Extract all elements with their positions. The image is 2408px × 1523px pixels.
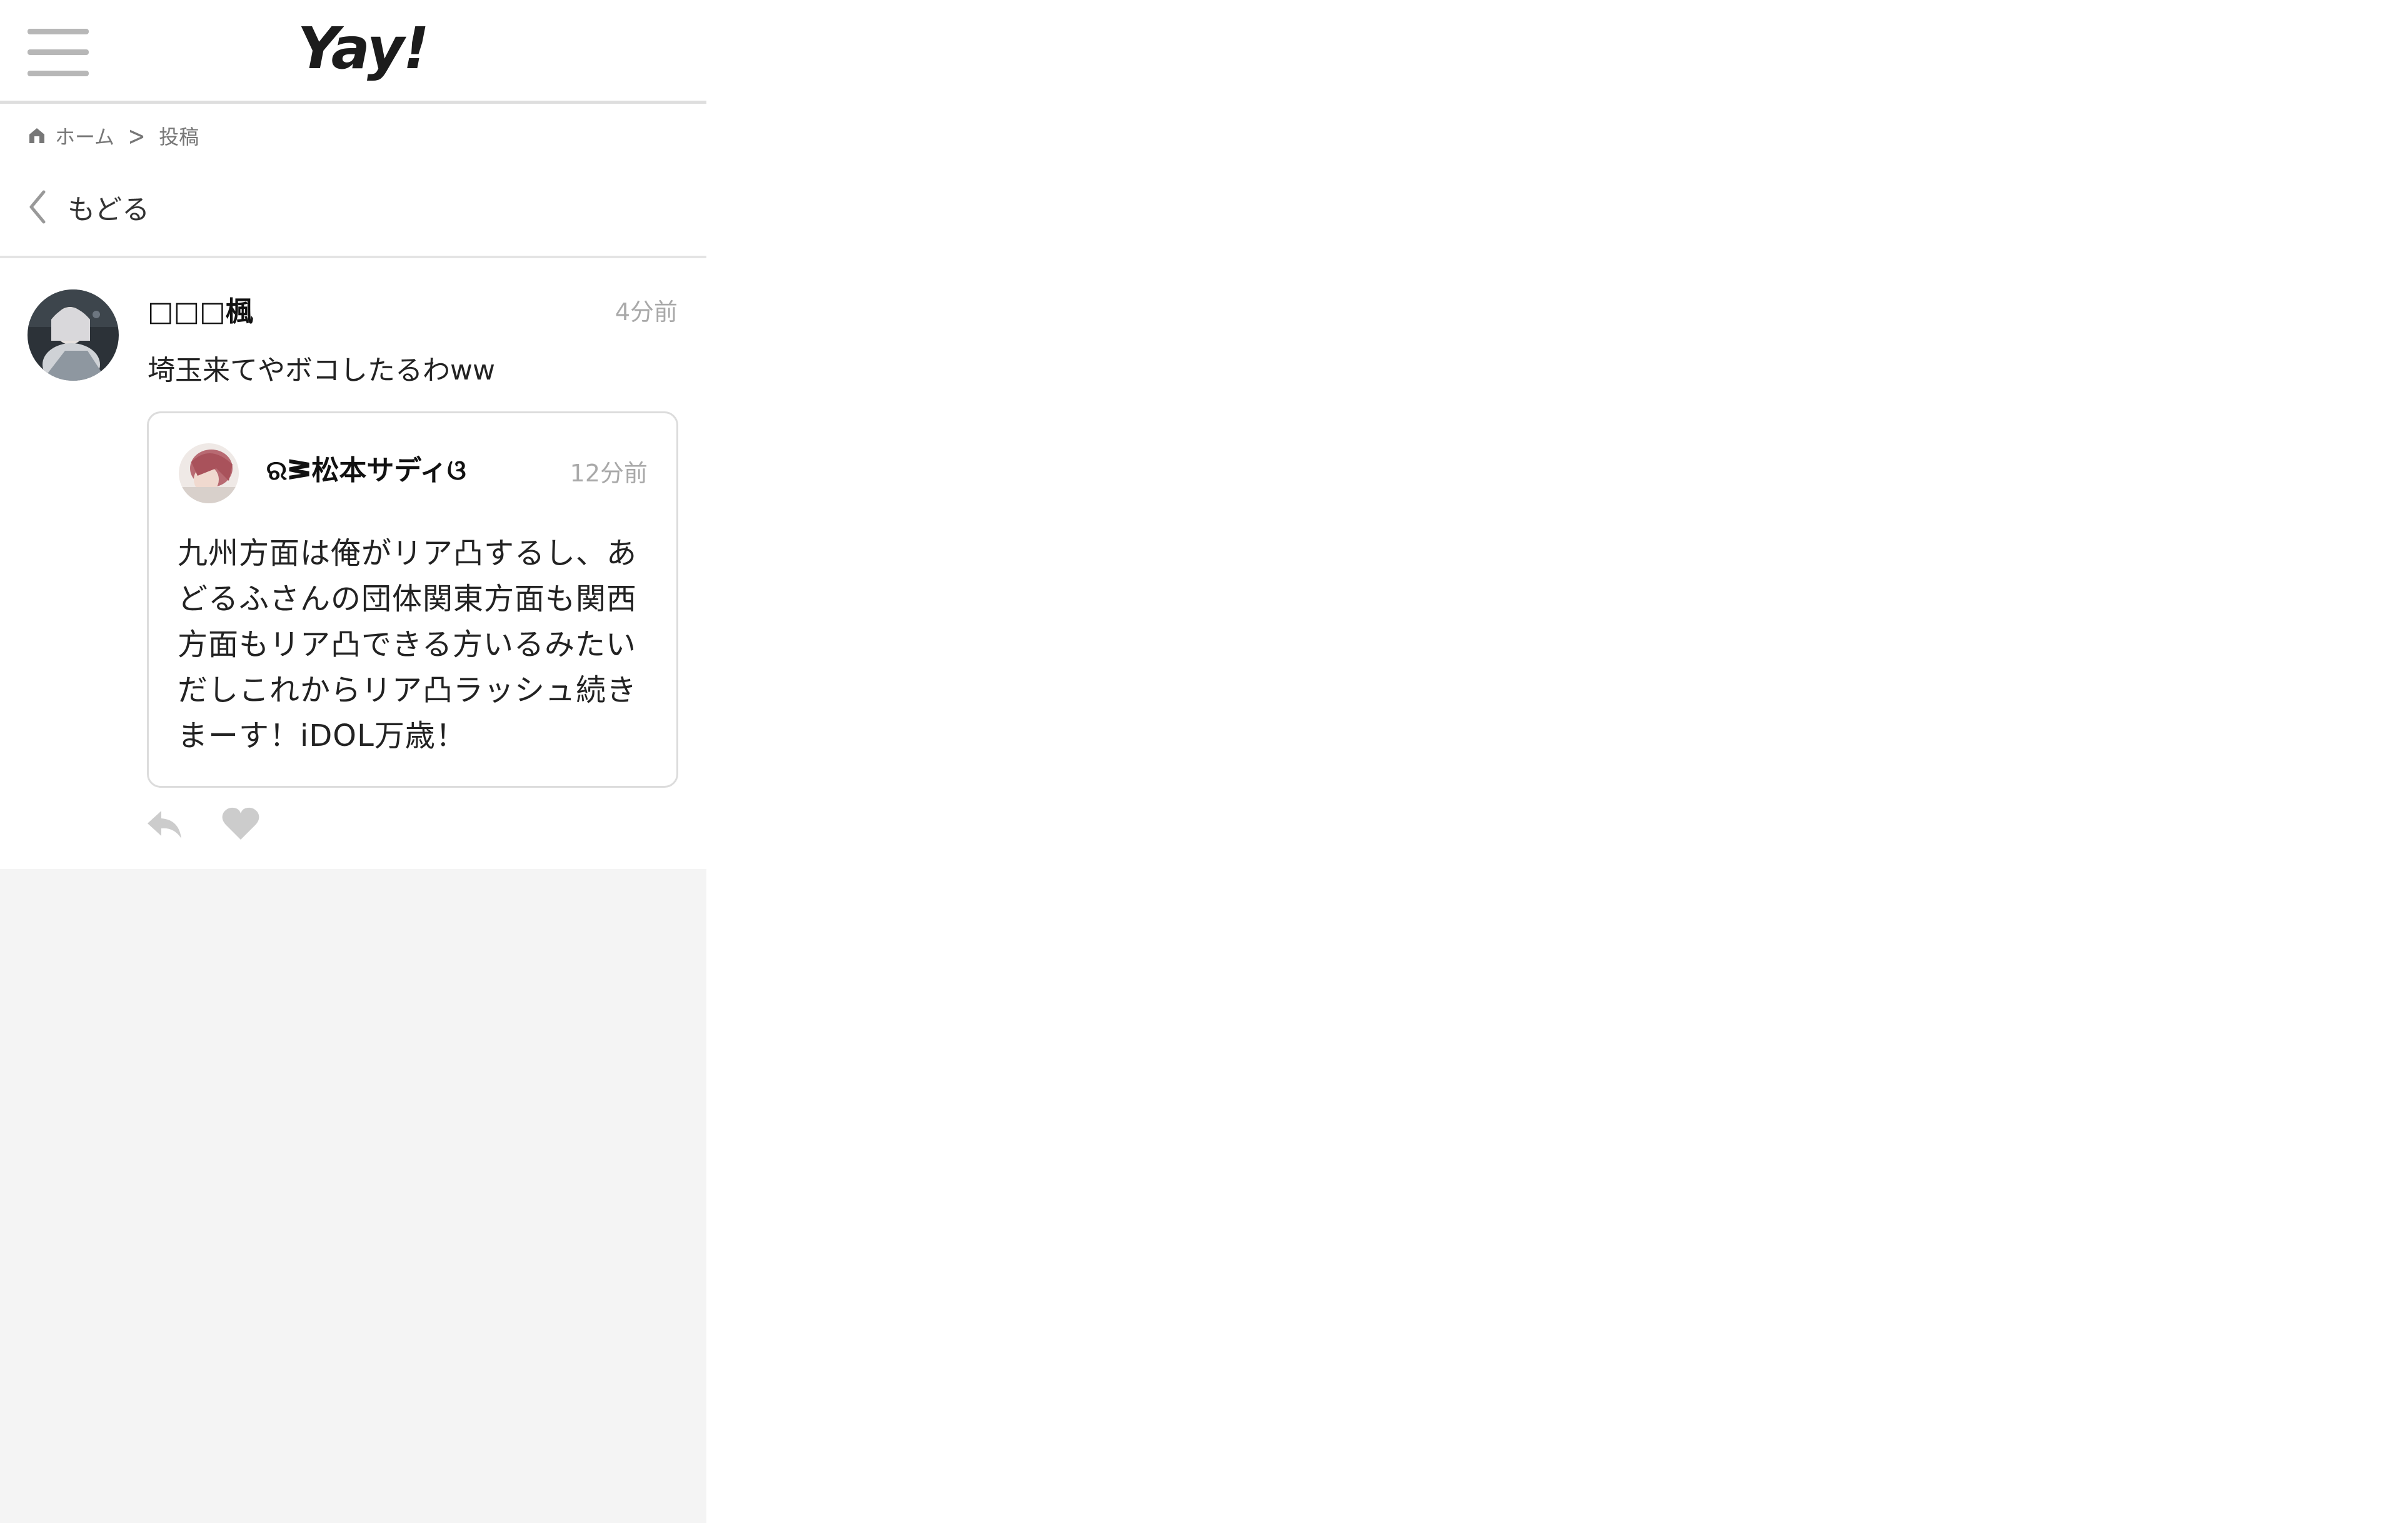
quoted-avatar[interactable] (179, 443, 239, 503)
app-logo[interactable]: Yay! (298, 11, 429, 86)
quoted-time: 12分前 (569, 460, 648, 487)
post-time: 4分前 (615, 298, 678, 326)
post-actions (144, 802, 296, 846)
breadcrumb-current: 投稿 (159, 125, 199, 149)
avatar[interactable] (28, 289, 119, 381)
post-text: 埼玉来てやボコしたるわww (148, 354, 495, 386)
reply-icon[interactable] (144, 803, 185, 845)
post-item: □□□楓 4分前 埼玉来てやボコしたるわww ରᕒ松本サディଓ 12分前 九州方… (0, 258, 706, 869)
heart-icon[interactable] (220, 803, 261, 845)
chevron-left-icon (29, 190, 46, 224)
navigation-bar: ホーム > 投稿 もどる (0, 104, 706, 258)
quoted-username[interactable]: ରᕒ松本サディଓ (266, 452, 466, 490)
top-header: Yay! (0, 0, 706, 104)
hamburger-menu-icon[interactable] (28, 29, 89, 76)
home-icon[interactable] (28, 126, 46, 145)
back-button[interactable]: もどる (26, 185, 149, 229)
breadcrumb-home[interactable]: ホーム (55, 121, 114, 150)
app-column: Yay! ホーム > 投稿 もどる □□□楓 4分前 埼玉来てやボコしたるわww… (0, 0, 706, 1523)
quoted-text: 九州方面は俺がリア凸するし、あどるふさんの団体関東方面も関西方面もリア凸できる方… (178, 536, 638, 753)
breadcrumb: ホーム > 投稿 (28, 120, 199, 151)
quoted-post[interactable]: ରᕒ松本サディଓ 12分前 九州方面は俺がリア凸するし、あどるふさんの団体関東方… (147, 411, 678, 788)
back-label: もどる (68, 194, 150, 226)
breadcrumb-separator: > (128, 120, 146, 151)
post-username[interactable]: □□□楓 (148, 293, 253, 331)
